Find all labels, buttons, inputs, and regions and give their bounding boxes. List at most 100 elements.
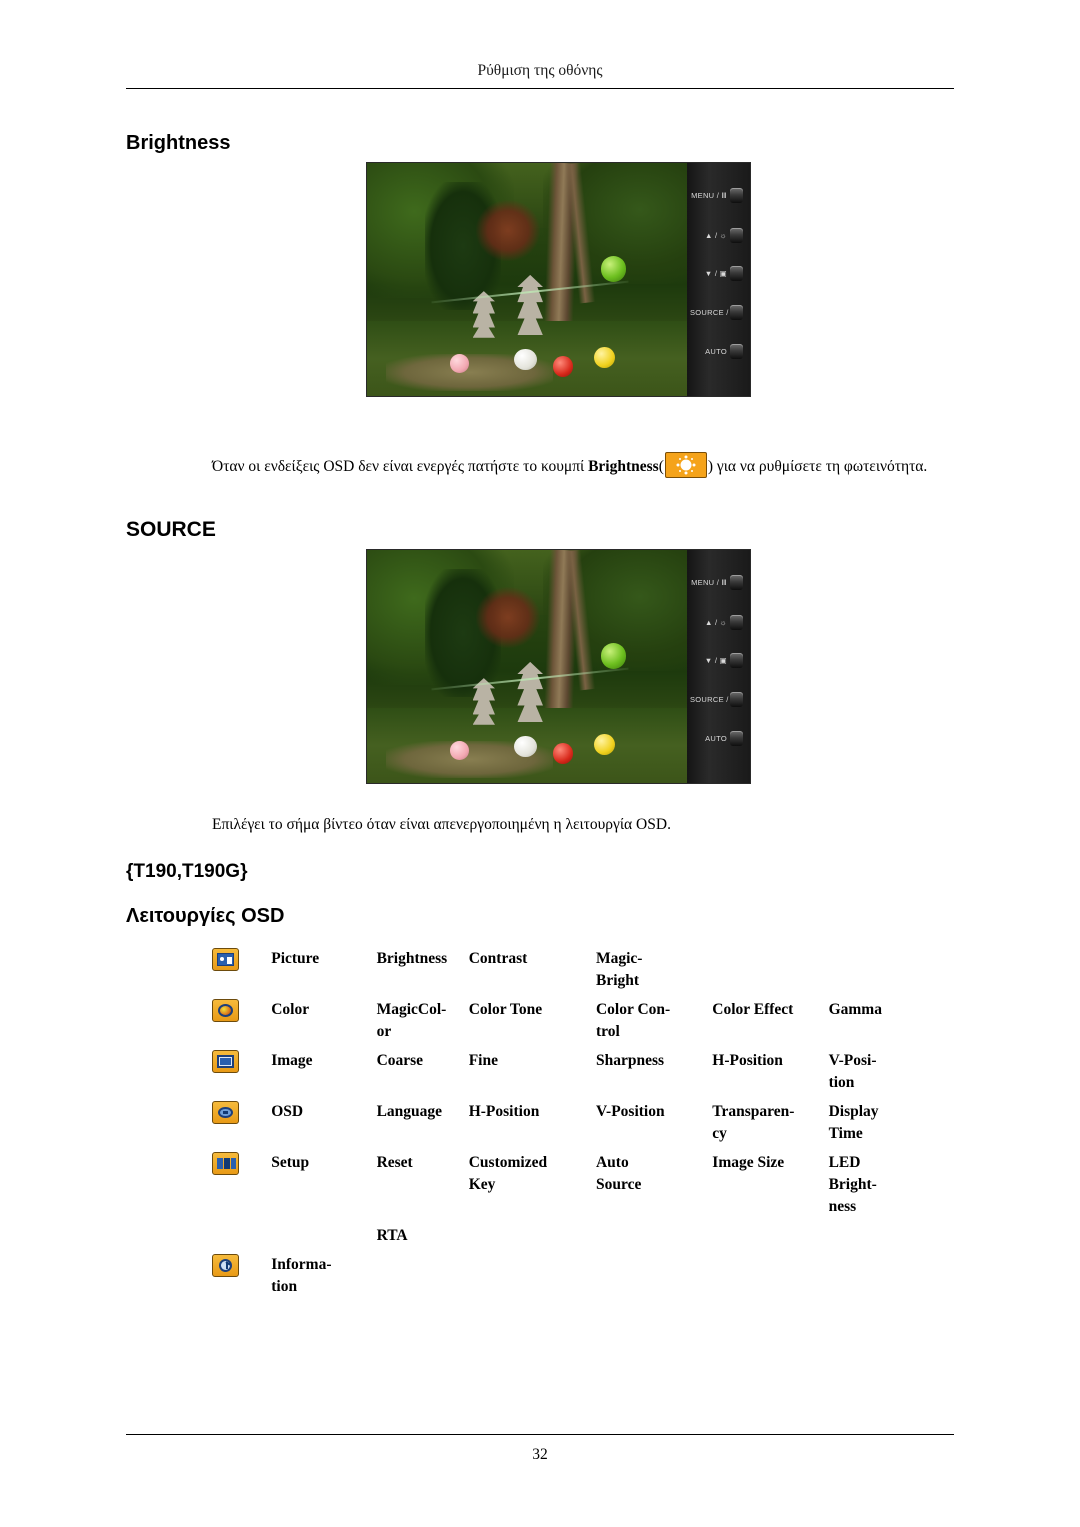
menu-button-knob[interactable] bbox=[730, 187, 743, 203]
monitor-screen-image-2 bbox=[367, 550, 687, 783]
picture-icon bbox=[212, 948, 239, 971]
auto-button-knob[interactable] bbox=[730, 343, 743, 359]
cell-osd-v-position: V-Position bbox=[595, 1103, 665, 1120]
row-name-image: Image bbox=[271, 1052, 313, 1069]
table-row: Setup Reset Customized Key Auto Source I… bbox=[212, 1152, 912, 1225]
menu-button-label-2: MENU / Ⅲ bbox=[691, 577, 727, 587]
row-icon-cell bbox=[212, 948, 271, 999]
cell-image-size: Image Size bbox=[712, 1154, 785, 1171]
table-row: Informa- tion bbox=[212, 1254, 912, 1305]
cell-info-empty-2 bbox=[469, 1254, 596, 1305]
table-row: OSD Language H-Position V-Position Trans… bbox=[212, 1101, 912, 1152]
cell-contrast: Contrast bbox=[468, 950, 528, 967]
information-icon bbox=[212, 1254, 239, 1277]
up-brightness-button-2[interactable]: ▲ / ☼ bbox=[690, 612, 748, 632]
cell-osd-h-position: H-Position bbox=[468, 1103, 540, 1120]
cell-fine: Fine bbox=[468, 1052, 498, 1069]
cell-empty-2 bbox=[829, 948, 912, 999]
cell-customized-key: Customized Key bbox=[468, 1154, 548, 1193]
paragraph-brightness: Όταν οι ενδείξεις OSD δεν είναι ενεργές … bbox=[212, 452, 954, 479]
cell-gamma: Gamma bbox=[828, 1001, 882, 1018]
row-name-picture: Picture bbox=[271, 950, 320, 967]
cell-display-time: Display Time bbox=[828, 1103, 879, 1142]
down-magic-button-knob[interactable] bbox=[730, 265, 743, 281]
color-icon bbox=[212, 999, 239, 1022]
source-enter-button-knob[interactable] bbox=[730, 304, 743, 320]
brightness-text-before: Όταν οι ενδείξεις OSD δεν είναι ενεργές … bbox=[212, 458, 589, 475]
cell-auto-source: Auto Source bbox=[595, 1154, 642, 1193]
cell-color-effect: Color Effect bbox=[712, 1001, 794, 1018]
auto-button-label-2: AUTO bbox=[705, 733, 727, 743]
menu-button[interactable]: MENU / Ⅲ bbox=[690, 185, 748, 205]
heading-source: SOURCE bbox=[126, 518, 216, 541]
menu-button-label: MENU / Ⅲ bbox=[691, 190, 727, 200]
document-page: Ρύθμιση της οθόνης Brightness MENU / Ⅲ ▲… bbox=[0, 0, 1080, 1527]
cell-info-empty-3 bbox=[596, 1254, 712, 1305]
paragraph-source: Επιλέγει το σήμα βίντεο όταν είναι απενε… bbox=[212, 816, 671, 833]
osd-functions-table: Picture Brightness Contrast Magic- Brigh… bbox=[212, 948, 912, 1305]
table-row: Picture Brightness Contrast Magic- Brigh… bbox=[212, 948, 912, 999]
cell-info-empty-4 bbox=[712, 1254, 828, 1305]
cell-empty-1 bbox=[712, 948, 828, 999]
monitor-photo-brightness: MENU / Ⅲ ▲ / ☼ ▼ / ▣ SOURCE / ↵ AUTO bbox=[366, 162, 751, 397]
source-enter-button[interactable]: SOURCE / ↵ bbox=[690, 302, 748, 322]
cell-brightness: Brightness bbox=[376, 950, 448, 967]
cell-reset: Reset bbox=[376, 1154, 413, 1171]
image-icon bbox=[212, 1050, 239, 1073]
row-name-osd: OSD bbox=[271, 1103, 304, 1120]
brightness-icon bbox=[664, 452, 707, 478]
down-magic-button-knob-2[interactable] bbox=[730, 652, 743, 668]
cell-color-control: Color Con- trol bbox=[595, 1001, 671, 1040]
monitor-photo-source: MENU / Ⅲ ▲ / ☼ ▼ / ▣ SOURCE / ↵ AUTO bbox=[366, 549, 751, 784]
monitor-screen-image bbox=[367, 163, 687, 396]
row-name-information: Informa- tion bbox=[271, 1256, 332, 1295]
cell-rta-empty-1 bbox=[469, 1225, 596, 1254]
cell-magiccolor: MagicCol- or bbox=[376, 1001, 447, 1040]
cell-rta-empty-2 bbox=[596, 1225, 712, 1254]
cell-info-empty-1 bbox=[377, 1254, 469, 1305]
table-row: Color MagicCol- or Color Tone Color Con-… bbox=[212, 999, 912, 1050]
row-icon-cell bbox=[212, 1152, 271, 1225]
cell-transparency: Transparen- cy bbox=[712, 1103, 795, 1142]
up-brightness-button[interactable]: ▲ / ☼ bbox=[690, 225, 748, 245]
down-magic-button-label: ▼ / ▣ bbox=[704, 268, 727, 278]
menu-button-knob-2[interactable] bbox=[730, 574, 743, 590]
cell-h-position: H-Position bbox=[712, 1052, 783, 1069]
cell-sharpness: Sharpness bbox=[595, 1052, 665, 1069]
source-enter-button-2[interactable]: SOURCE / ↵ bbox=[690, 689, 748, 709]
table-row: RTA bbox=[212, 1225, 912, 1254]
auto-button-2[interactable]: AUTO bbox=[690, 728, 748, 748]
row-icon-cell bbox=[212, 1101, 271, 1152]
down-magic-button-2[interactable]: ▼ / ▣ bbox=[690, 650, 748, 670]
row-name-empty bbox=[271, 1225, 376, 1254]
cell-rta-empty-3 bbox=[712, 1225, 828, 1254]
cell-magicbright: Magic- Bright bbox=[595, 950, 643, 989]
auto-button-knob-2[interactable] bbox=[730, 730, 743, 746]
paren-open: ( bbox=[658, 458, 664, 475]
heading-model: {T190,T190G} bbox=[126, 861, 248, 882]
source-enter-button-knob-2[interactable] bbox=[730, 691, 743, 707]
cell-info-empty-5 bbox=[829, 1254, 912, 1305]
up-brightness-button-label: ▲ / ☼ bbox=[704, 230, 727, 240]
down-magic-button[interactable]: ▼ / ▣ bbox=[690, 263, 748, 283]
up-brightness-button-knob[interactable] bbox=[730, 227, 743, 243]
source-enter-button-label: SOURCE / ↵ bbox=[690, 307, 738, 317]
header-divider bbox=[126, 88, 954, 89]
brightness-text-after: ) για να ρυθμίσετε τη φωτεινότητα. bbox=[707, 458, 928, 475]
table-row: Image Coarse Fine Sharpness H-Position V… bbox=[212, 1050, 912, 1101]
page-number: 32 bbox=[532, 1446, 548, 1463]
heading-brightness: Brightness bbox=[126, 132, 231, 154]
auto-button[interactable]: AUTO bbox=[690, 341, 748, 361]
cell-led-brightness: LED Bright- ness bbox=[828, 1154, 877, 1215]
up-brightness-button-label-2: ▲ / ☼ bbox=[704, 617, 727, 627]
cell-language: Language bbox=[376, 1103, 443, 1120]
monitor-bezel: MENU / Ⅲ ▲ / ☼ ▼ / ▣ SOURCE / ↵ AUTO bbox=[687, 163, 750, 396]
footer-divider bbox=[126, 1434, 954, 1435]
row-icon-cell bbox=[212, 1050, 271, 1101]
up-brightness-button-knob-2[interactable] bbox=[730, 614, 743, 630]
row-icon-cell bbox=[212, 1254, 271, 1305]
auto-button-label: AUTO bbox=[705, 346, 727, 356]
cell-rta: RTA bbox=[376, 1227, 408, 1244]
cell-rta-empty-4 bbox=[829, 1225, 912, 1254]
menu-button-2[interactable]: MENU / Ⅲ bbox=[690, 572, 748, 592]
